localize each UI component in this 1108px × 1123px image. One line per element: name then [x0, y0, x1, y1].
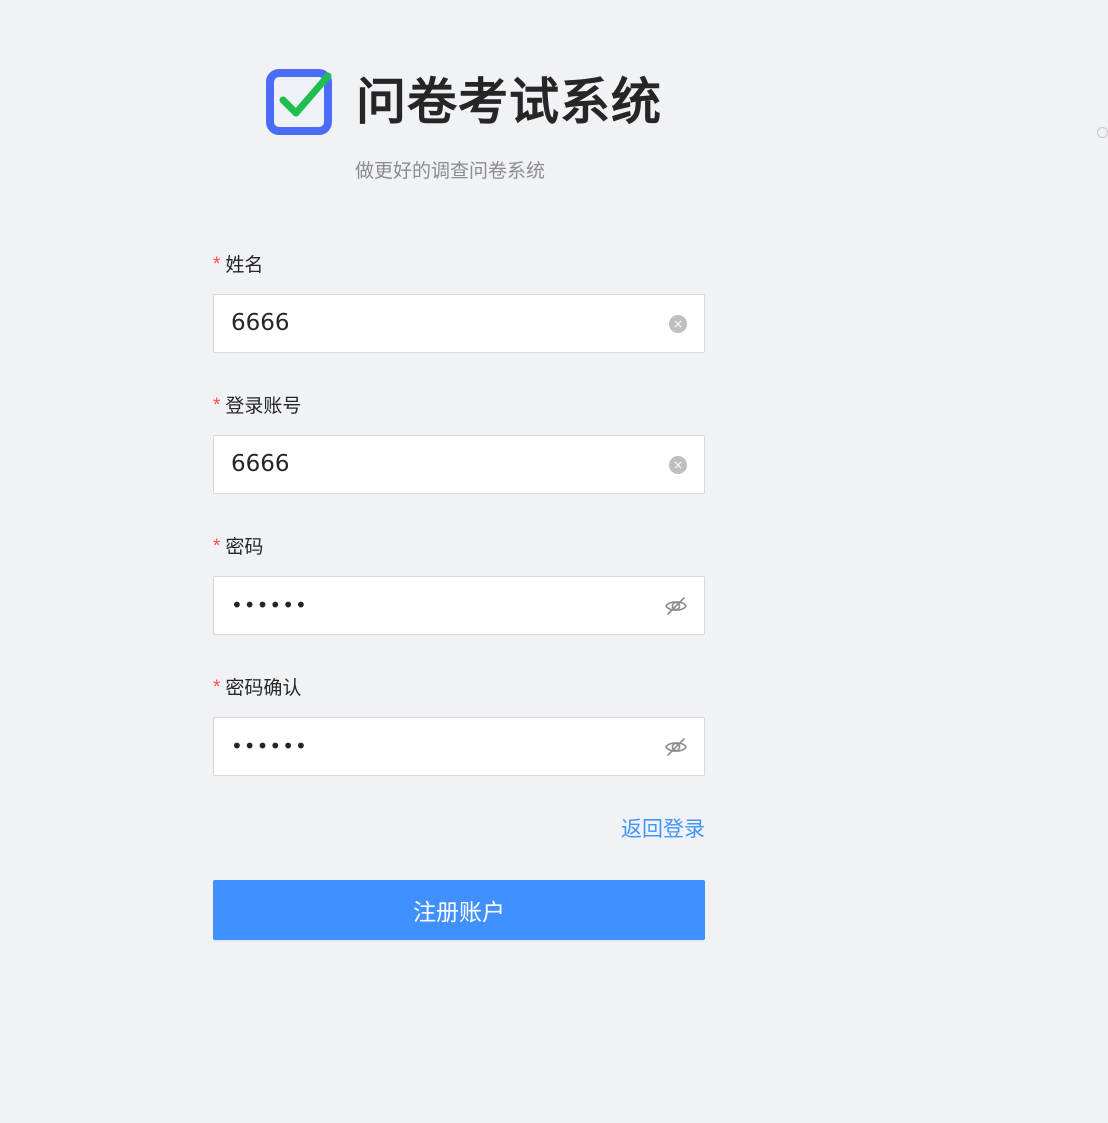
name-input[interactable]: 6666 ×: [213, 294, 705, 353]
form-item-password: * 密码 ••••••: [213, 534, 705, 635]
eye-invisible-icon[interactable]: [664, 594, 688, 618]
form-item-password-confirm: * 密码确认 ••••••: [213, 675, 705, 776]
required-mark: *: [213, 395, 221, 416]
form-label-password-confirm: * 密码确认: [213, 675, 705, 701]
password-input-value[interactable]: ••••••: [231, 577, 308, 634]
label-text: 密码: [225, 536, 264, 558]
app-title: 问卷考试系统: [356, 73, 662, 131]
password-confirm-input[interactable]: ••••••: [213, 717, 705, 776]
account-input-value[interactable]: 6666: [231, 436, 290, 493]
clear-icon[interactable]: ×: [669, 456, 687, 474]
register-button[interactable]: 注册账户: [213, 880, 705, 940]
label-text: 登录账号: [225, 395, 302, 417]
required-mark: *: [213, 677, 221, 698]
label-text: 姓名: [225, 254, 264, 276]
password-confirm-input-value[interactable]: ••••••: [231, 718, 308, 775]
required-mark: *: [213, 254, 221, 275]
name-input-value[interactable]: 6666: [231, 295, 290, 352]
form-item-name: * 姓名 6666 ×: [213, 252, 705, 353]
label-text: 密码确认: [225, 677, 302, 699]
required-mark: *: [213, 536, 221, 557]
circle-icon: [1097, 127, 1108, 138]
app-subtitle: 做更好的调查问卷系统: [355, 160, 546, 182]
form-label-account: * 登录账号: [213, 393, 705, 419]
checkbox-check-icon: [266, 69, 332, 135]
password-input[interactable]: ••••••: [213, 576, 705, 635]
account-input[interactable]: 6666 ×: [213, 435, 705, 494]
form-label-password: * 密码: [213, 534, 705, 560]
app-header: 问卷考试系统: [266, 69, 662, 135]
form-item-account: * 登录账号 6666 ×: [213, 393, 705, 494]
eye-invisible-icon[interactable]: [664, 735, 688, 759]
form-label-name: * 姓名: [213, 252, 705, 278]
clear-icon[interactable]: ×: [669, 315, 687, 333]
back-to-login-link[interactable]: 返回登录: [621, 814, 705, 844]
